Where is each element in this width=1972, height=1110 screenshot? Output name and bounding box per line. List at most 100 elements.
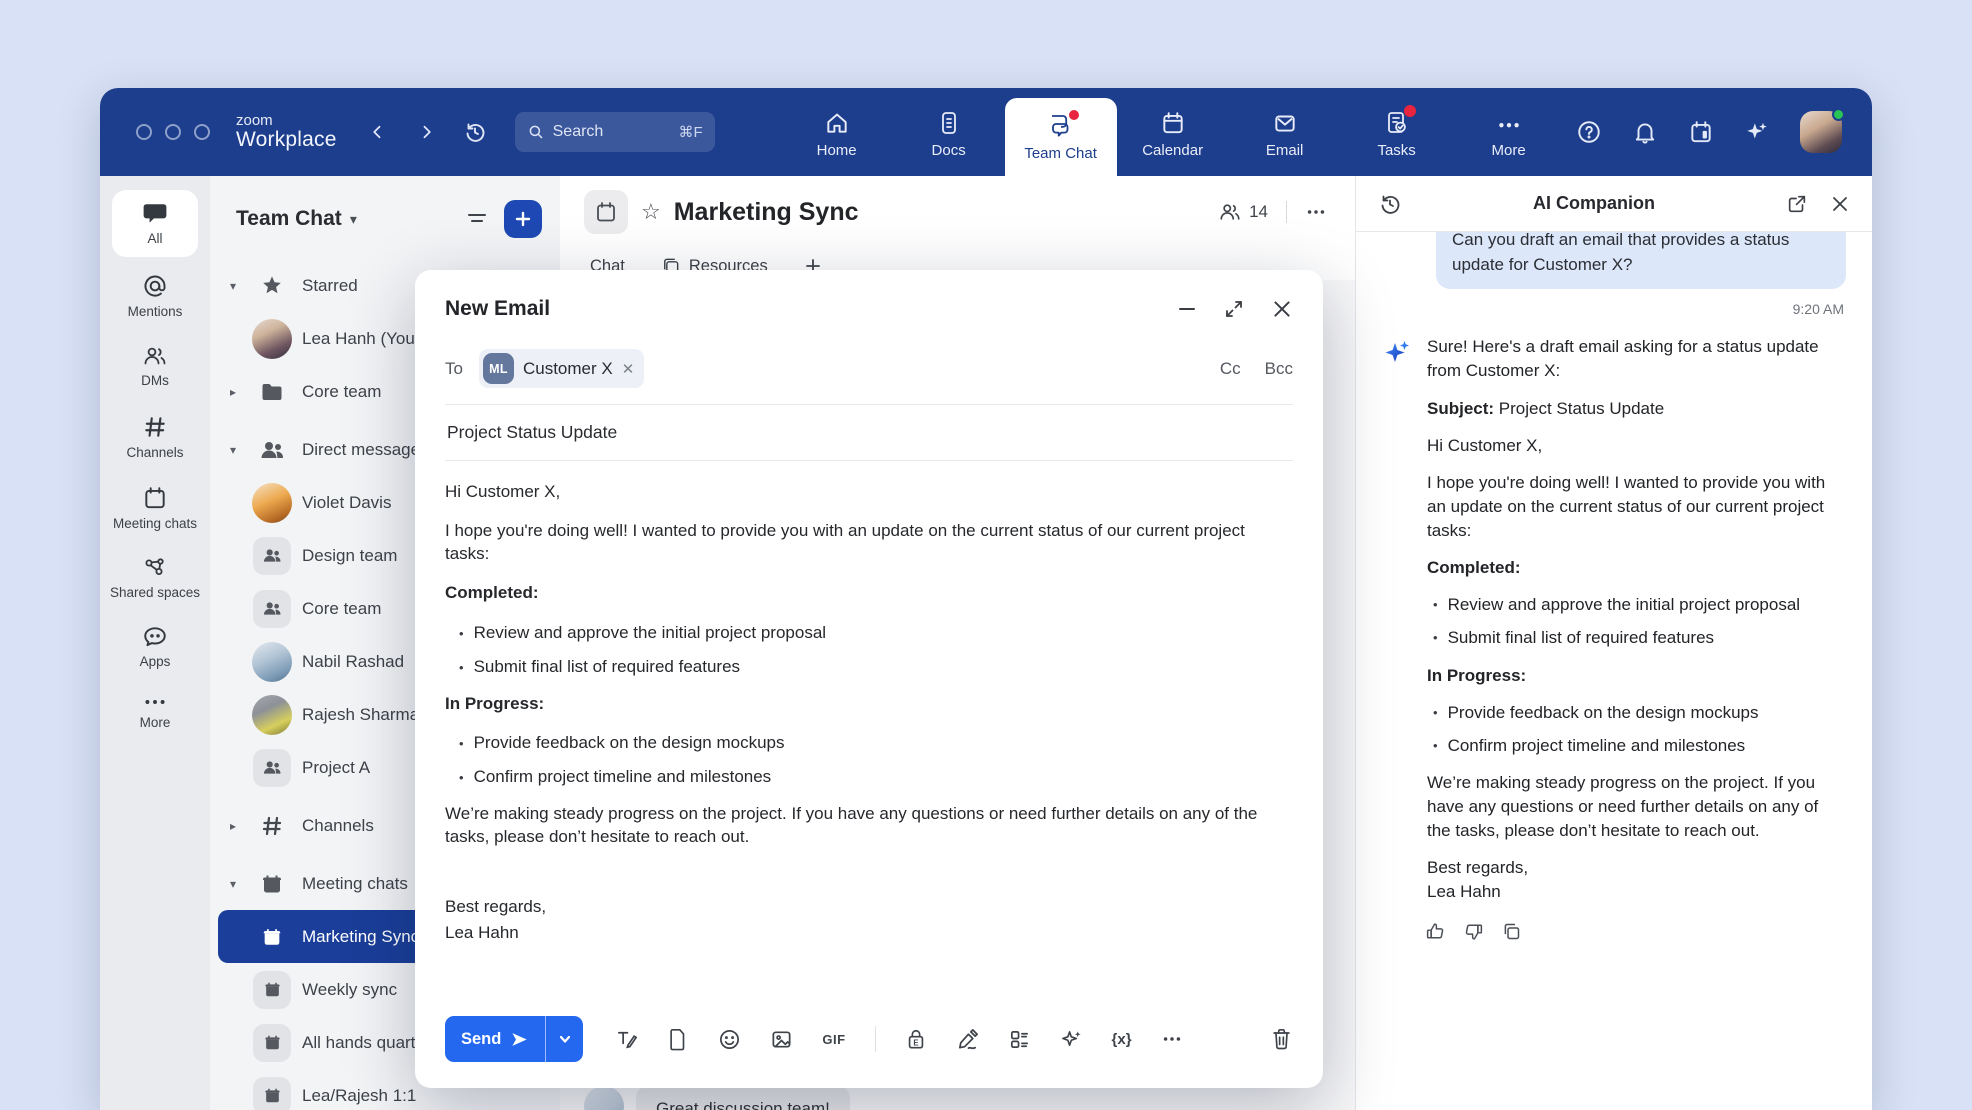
email-signature: Best regards,Lea Hahn	[445, 894, 1293, 947]
ai-panel-title: AI Companion	[1402, 193, 1786, 214]
chatlist-label: Core team	[302, 382, 381, 402]
rail-label: Apps	[140, 654, 171, 670]
discard-trash-icon[interactable]	[1270, 1027, 1293, 1051]
nav-tab-calendar[interactable]: Calendar	[1117, 88, 1229, 176]
avatar	[252, 695, 292, 735]
form-layout-icon[interactable]	[1008, 1028, 1031, 1051]
list-item: Confirm project timeline and milestones	[1433, 734, 1846, 758]
chat-more-icon[interactable]	[1305, 201, 1327, 223]
panel-title[interactable]: Team Chat	[236, 207, 342, 231]
send-button[interactable]: Send	[445, 1016, 545, 1062]
rail-item-dms[interactable]: DMs	[100, 332, 210, 401]
send-options-button[interactable]	[545, 1016, 583, 1062]
top-navbar: zoom Workplace Search ⌘F Home Docs	[100, 88, 1872, 176]
caret-down-icon[interactable]: ▾	[224, 443, 242, 457]
email-body-editor[interactable]: Hi Customer X, I hope you're doing well!…	[445, 461, 1293, 1002]
window-close-button[interactable]	[136, 124, 152, 140]
avatar	[584, 1086, 624, 1110]
gif-button[interactable]: GIF	[822, 1032, 845, 1047]
code-snippet-button[interactable]: {x}	[1112, 1031, 1132, 1048]
subject-input[interactable]: Project Status Update	[445, 405, 1293, 460]
nav-tab-docs[interactable]: Docs	[893, 88, 1005, 176]
nav-tab-more[interactable]: More	[1453, 88, 1565, 176]
bcc-button[interactable]: Bcc	[1265, 359, 1293, 379]
ai-history-icon[interactable]	[1378, 192, 1402, 216]
ai-companion-icon[interactable]	[1744, 119, 1770, 145]
caret-down-icon[interactable]: ▾	[224, 877, 242, 891]
rail-label: Channels	[126, 445, 183, 461]
caret-down-icon[interactable]: ▾	[224, 279, 242, 293]
image-icon[interactable]	[770, 1028, 793, 1051]
people-filled-icon	[252, 430, 292, 470]
email-completed-heading: Completed:	[445, 582, 1293, 604]
rail-item-meeting-chats[interactable]: Meeting chats	[100, 473, 210, 544]
list-item: Submit final list of required features	[1433, 626, 1846, 650]
rail-item-all[interactable]: All	[112, 190, 198, 257]
nav-tab-home[interactable]: Home	[781, 88, 893, 176]
remove-recipient-icon[interactable]: ✕	[622, 360, 635, 378]
favorite-star-icon[interactable]: ☆	[641, 199, 661, 225]
chatlist-label: Violet Davis	[302, 493, 391, 513]
window-controls[interactable]	[136, 124, 210, 140]
thumbs-up-icon[interactable]	[1425, 921, 1446, 942]
forward-icon[interactable]	[417, 123, 435, 141]
members-icon[interactable]: 14	[1218, 201, 1268, 223]
message-bubble: Great discussion team!	[636, 1086, 850, 1110]
more-icon	[1496, 109, 1522, 136]
cc-button[interactable]: Cc	[1220, 359, 1241, 379]
nav-tab-label: Docs	[932, 142, 966, 159]
docs-icon	[937, 109, 961, 136]
ai-signoff: Best regards,Lea Hahn	[1427, 856, 1846, 904]
chatlist-label: Project A	[302, 758, 370, 778]
open-in-new-icon[interactable]	[1786, 193, 1808, 215]
close-icon[interactable]	[1271, 298, 1293, 320]
help-icon[interactable]	[1576, 119, 1602, 145]
emoji-icon[interactable]	[718, 1028, 741, 1051]
chat-message: Great discussion team!	[584, 1086, 850, 1110]
nav-tab-tasks[interactable]: Tasks	[1341, 88, 1453, 176]
group-icon	[253, 590, 291, 628]
new-chat-button[interactable]	[504, 200, 542, 238]
nav-tab-label: Team Chat	[1024, 145, 1097, 162]
channel-calendar-icon	[584, 190, 628, 234]
recipient-chip[interactable]: ML Customer X ✕	[479, 349, 644, 388]
rail-item-channels[interactable]: Channels	[100, 402, 210, 473]
timestamp: 9:20 AM	[1384, 301, 1844, 317]
encrypt-lock-icon[interactable]: E	[905, 1027, 927, 1051]
attach-file-icon[interactable]	[667, 1027, 689, 1051]
nav-tab-email[interactable]: Email	[1229, 88, 1341, 176]
close-icon[interactable]	[1830, 194, 1850, 214]
back-icon[interactable]	[369, 123, 387, 141]
new-email-modal: New Email To ML Customer X ✕ Cc Bcc Proj…	[415, 270, 1323, 1088]
divider	[1286, 201, 1287, 223]
caret-right-icon[interactable]: ▸	[224, 819, 242, 833]
send-split-button: Send	[445, 1016, 583, 1062]
chatlist-label: Core team	[302, 599, 381, 619]
rail-item-mentions[interactable]: Mentions	[100, 261, 210, 332]
signature-pen-icon[interactable]	[956, 1028, 979, 1051]
expand-icon[interactable]	[1224, 299, 1244, 319]
calendar-filled-icon	[253, 1077, 291, 1110]
minimize-icon[interactable]	[1177, 299, 1197, 319]
ai-sparkle-tool-icon[interactable]	[1060, 1028, 1083, 1051]
more-tools-icon[interactable]	[1161, 1028, 1183, 1050]
history-icon[interactable]	[463, 120, 487, 144]
user-avatar[interactable]	[1800, 111, 1842, 153]
notifications-bell-icon[interactable]	[1632, 119, 1658, 145]
rail-item-apps[interactable]: Apps	[100, 613, 210, 682]
calendar-tray-icon[interactable]	[1688, 119, 1714, 145]
window-minimize-button[interactable]	[165, 124, 181, 140]
rail-item-more[interactable]: More	[100, 682, 210, 743]
svg-text:E: E	[913, 1038, 918, 1047]
ai-inprogress-heading: In Progress:	[1427, 664, 1846, 688]
search-input[interactable]: Search ⌘F	[515, 112, 715, 152]
window-zoom-button[interactable]	[194, 124, 210, 140]
copy-icon[interactable]	[1501, 921, 1522, 942]
thumbs-down-icon[interactable]	[1463, 921, 1484, 942]
divider	[875, 1026, 876, 1052]
nav-tab-team-chat[interactable]: Team Chat	[1005, 98, 1117, 176]
filter-icon[interactable]	[466, 209, 488, 229]
format-text-icon[interactable]	[615, 1028, 638, 1051]
rail-item-shared-spaces[interactable]: Shared spaces	[100, 544, 210, 613]
caret-right-icon[interactable]: ▸	[224, 385, 242, 399]
